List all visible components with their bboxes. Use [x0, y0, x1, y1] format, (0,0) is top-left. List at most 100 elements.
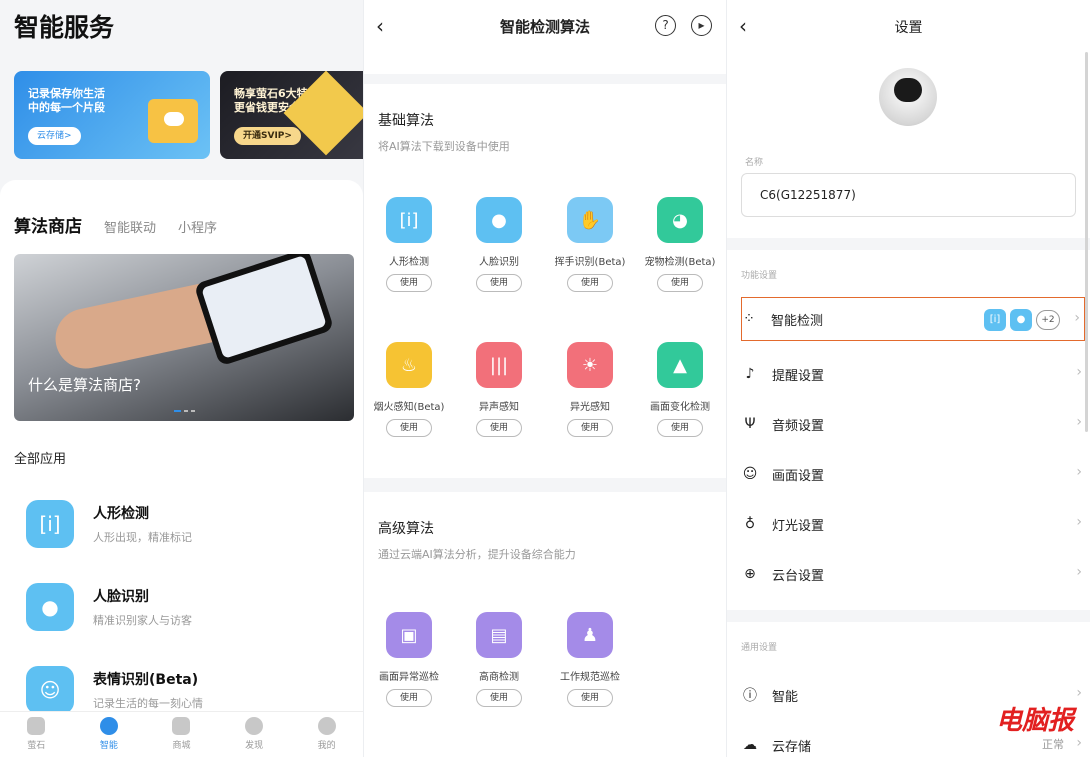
basic-algorithms-card: 基础算法 将AI算法下载到设备中使用 [i] 人形检测使用 ● 人脸识别使用 ✋ 挥手识别…: [364, 84, 726, 478]
algorithm-item[interactable]: ▤ 高商检测使用: [454, 612, 544, 707]
section-subtitle: 将AI算法下载到设备中使用: [378, 140, 510, 153]
globe-icon: ⊕: [744, 566, 756, 582]
chevron-right-icon: ›: [1076, 464, 1082, 480]
algorithm-item[interactable]: ● 人脸识别使用: [454, 197, 544, 292]
chevron-right-icon: ›: [1074, 310, 1080, 326]
name-label: 名称: [745, 158, 764, 168]
algorithm-item[interactable]: ♟ 工作规范巡检使用: [545, 612, 635, 707]
page-title: 智能服务: [14, 13, 115, 42]
use-button[interactable]: 使用: [567, 419, 613, 437]
cloud-status: 正常: [1042, 738, 1064, 751]
tab-algorithm-store[interactable]: 算法商店: [14, 212, 82, 237]
algorithm-item[interactable]: ♨ 烟火感知(Beta) 使用: [364, 342, 454, 437]
face-icon: ●: [26, 583, 74, 631]
nav-ezviz[interactable]: 萤石: [0, 712, 73, 757]
algorithm-icon: ●: [476, 197, 522, 243]
app-name: 人形检测: [93, 506, 149, 522]
chevron-right-icon: ›: [1076, 514, 1082, 530]
section-title: 基础算法: [378, 113, 434, 129]
carousel-dot: [174, 410, 181, 412]
settings-row-image[interactable]: ☺ 画面设置 ›: [741, 452, 1086, 496]
person-frame-icon: [i]: [984, 309, 1006, 331]
algorithm-icon: ♟: [567, 612, 613, 658]
advanced-algorithms-card: 高级算法 通过云端AI算法分析，提升设备综合能力 ▣ 画面异常巡检 使用 ▤ 高商检测使…: [364, 492, 726, 757]
settings-row-reminder[interactable]: ♪ 提醒设置 ›: [741, 352, 1086, 396]
nav-mine[interactable]: 我的: [290, 712, 363, 757]
settings-row-smart-detection[interactable]: ⁘ 智能检测 [i] ● +2 ›: [741, 297, 1085, 341]
use-button[interactable]: 使用: [386, 689, 432, 707]
watermark-logo: 电脑报: [995, 706, 1074, 736]
section-label: 功能设置: [741, 271, 778, 281]
chevron-right-icon: ›: [1076, 414, 1082, 430]
use-button[interactable]: 使用: [476, 689, 522, 707]
algorithm-item[interactable]: ☀ 异光感知 使用: [545, 342, 635, 437]
detection-chips: [i] ● +2: [984, 309, 1060, 331]
cloud-icon: [164, 112, 184, 126]
algorithm-item[interactable]: ||| 异声感知 使用: [454, 342, 544, 437]
use-button[interactable]: 使用: [567, 689, 613, 707]
tab-smart-linkage[interactable]: 智能联动: [104, 217, 156, 236]
use-button[interactable]: 使用: [476, 419, 522, 437]
svip-banner[interactable]: 畅享萤石6大特权 更省钱更安全 开通SVIP>: [220, 71, 363, 159]
use-button[interactable]: 使用: [657, 274, 703, 292]
grid-icon: ⁘: [743, 311, 755, 327]
list-item[interactable]: [i] 人形检测 人形出现，精准标记: [26, 500, 192, 548]
smile-icon: ☺: [26, 666, 74, 714]
bag-icon: [172, 717, 191, 735]
algorithm-item[interactable]: ◕ 宠物检测(Beta) 使用: [635, 197, 725, 292]
algorithm-icon: ✋: [567, 197, 613, 243]
use-button[interactable]: 使用: [476, 274, 522, 292]
algorithm-name: 人形检测: [389, 257, 429, 268]
play-icon[interactable]: ▸: [691, 15, 712, 36]
algorithm-name: 宠物检测(Beta): [644, 257, 716, 268]
settings-screen: ‹ 设置 名称 C6(G12251877) 功能设置 ⁘ 智能检测 [i] ● …: [727, 0, 1090, 757]
algorithm-name: 人脸识别: [479, 257, 519, 268]
page-title: 设置: [894, 20, 923, 36]
cloud-storage-button[interactable]: 云存储>: [28, 127, 81, 145]
algorithm-icon: ▤: [476, 612, 522, 658]
algorithm-item[interactable]: ▲ 画面变化检测 使用: [635, 342, 725, 437]
settings-row-light[interactable]: ♁ 灯光设置 ›: [741, 502, 1086, 546]
carousel-dot: [191, 410, 195, 412]
tab-mini-program[interactable]: 小程序: [178, 217, 217, 236]
device-name-field[interactable]: C6(G12251877): [741, 173, 1076, 217]
use-button[interactable]: 使用: [567, 274, 613, 292]
algorithm-item[interactable]: ✋ 挥手识别(Beta) 使用: [545, 197, 635, 292]
help-icon[interactable]: ?: [655, 15, 676, 36]
bell-icon: ♪: [745, 366, 755, 382]
scrollbar[interactable]: [1085, 52, 1088, 432]
settings-row-audio[interactable]: Ψ 音频设置 ›: [741, 402, 1086, 446]
more-count: +2: [1036, 310, 1060, 330]
nav-mall[interactable]: 商城: [145, 712, 218, 757]
svip-button[interactable]: 开通SVIP>: [234, 127, 301, 145]
algorithm-name: 画面变化检测: [650, 402, 710, 413]
algorithm-item[interactable]: ▣ 画面异常巡检 使用: [364, 612, 454, 707]
algorithm-name: 高商检测: [479, 672, 519, 683]
mic-icon: Ψ: [744, 416, 756, 432]
carousel-dots: [174, 410, 195, 412]
camera-image: [879, 68, 937, 126]
list-item[interactable]: ☺ 表情识别(Beta) 记录生活的每一刻心情: [26, 666, 203, 714]
person-frame-icon: [i]: [26, 500, 74, 548]
carousel-dot: [184, 410, 188, 412]
store-body: 算法商店 智能联动 小程序 什么是算法商店? 全部应用 [i] 人形检测 人形出…: [0, 180, 363, 757]
face-icon: ●: [1010, 309, 1032, 331]
chevron-right-icon: ›: [1076, 364, 1082, 380]
cloud-storage-banner[interactable]: 记录保存你生活 中的每一个片段 云存储>: [14, 71, 210, 159]
hero-carousel[interactable]: 什么是算法商店?: [14, 254, 354, 421]
use-button[interactable]: 使用: [386, 274, 432, 292]
algorithm-name: 工作规范巡检: [560, 672, 620, 683]
nav-discover[interactable]: 发现: [218, 712, 291, 757]
list-item[interactable]: ● 人脸识别 精准识别家人与访客: [26, 583, 192, 631]
use-button[interactable]: 使用: [657, 419, 703, 437]
algorithm-name: 画面异常巡检: [379, 672, 439, 683]
use-button[interactable]: 使用: [386, 419, 432, 437]
nav-smart[interactable]: 智能: [73, 712, 146, 757]
profile-icon: [317, 717, 336, 735]
info-icon: ⓘ: [743, 688, 757, 704]
algorithm-name: 烟火感知(Beta): [373, 402, 445, 413]
algorithm-item[interactable]: [i] 人形检测使用: [364, 197, 454, 292]
settings-row-ptz[interactable]: ⊕ 云台设置 ›: [741, 552, 1086, 596]
algorithm-icon: [i]: [386, 197, 432, 243]
algorithm-name: 挥手识别(Beta): [554, 257, 626, 268]
